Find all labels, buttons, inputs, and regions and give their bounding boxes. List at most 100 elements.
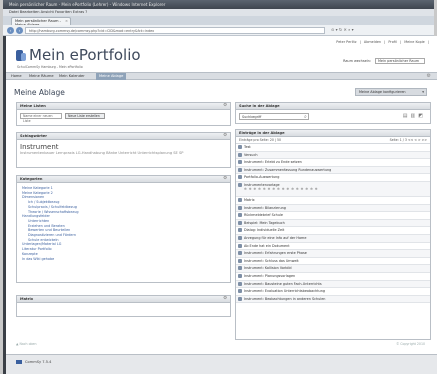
list-item[interactable]: Instrument: Beobachtungen in anderen Sch… [236,295,430,304]
entry-tags: ⊕ ⊕ ⊕ ⊕ ⊕ ⊕ ⊕ ⊕ ⊕ ⊕ ⊕ ⊕ ⊕ ⊕ ⊕ ⊕ [244,186,319,191]
user-name[interactable]: Peter Perlitz [336,40,356,44]
commsy-icon [16,360,22,364]
gear-icon[interactable]: ⚙ [223,296,227,301]
app-subline: SchulCommSy Hamburg - Mein ePortfolio [17,65,83,69]
document-icon [238,175,242,180]
document-icon [238,205,242,210]
search-input[interactable]: Suchbegriff ⌕ [239,113,309,120]
list-item[interactable]: Anregung für eine Info auf der Home [236,234,430,243]
list-item[interactable]: Instrument: Kollision Vorbild [236,265,430,273]
entry-title[interactable]: Matrix [244,198,255,202]
document-icon [238,251,242,256]
my-copy-link[interactable]: Meine Kopie [404,40,425,44]
export-icon: ◩ [418,113,426,119]
logout-link[interactable]: Abmelden [364,40,381,44]
room-select[interactable]: Mein persönlicher Raum [375,58,425,64]
nav-settings-icon[interactable]: ⚙ [427,73,431,79]
gear-icon[interactable]: ⚙ [223,103,227,108]
entry-title[interactable]: Instrument: Evaluation Unterrichtsbeobac… [244,289,325,293]
document-icon [238,152,242,157]
forward-icon[interactable]: › [16,27,23,34]
document-icon [238,273,242,278]
app-logo[interactable]: Mein ePortfolio [16,46,141,64]
profile-link[interactable]: Profil [388,40,396,44]
close-tab-icon[interactable]: × [65,19,68,23]
document-icon [238,228,242,233]
entry-title[interactable]: Anregung für eine Info auf der Home [244,236,306,240]
list-item[interactable]: Instrument: Planungsvorlagen [236,273,430,281]
document-icon [238,197,242,202]
view-icons[interactable]: ▤▥◩ [403,113,426,119]
entry-title[interactable]: Portfolio-Auswertung [244,175,279,179]
list-item[interactable]: Instrument: Bausteine guten Fach-Unterri… [236,280,430,289]
category-tree: Meine Kategorie 1 Meine Kategorie 2 Dimens… [17,183,230,264]
page-navigation[interactable]: Seite: 1 / 3 << < > >> [390,138,427,142]
list-item[interactable]: Versuch [236,151,430,160]
room-switch-label: Raum wechseln: [343,59,371,63]
category-item[interactable]: In das Wiki gehobe [20,257,227,262]
browser-tab[interactable]: Mein persönlicher Raum - Meine Ablage × [11,17,71,27]
list-item[interactable]: Instrument: Evaluation Unterrichtsbeobac… [236,288,430,296]
search-icon[interactable]: ⌕ [304,114,307,120]
menu-bar[interactable]: Datei Bearbeiten Ansicht Favoriten Extra… [3,9,434,16]
search-panel: Suche in der Ablage Suchbegriff ⌕ ▤▥◩ [235,102,431,124]
gear-icon[interactable]: ⚙ [223,176,227,181]
document-icon [238,182,242,187]
nav-my-storage[interactable]: Meine Ablage [96,73,127,80]
entry-title[interactable]: Rückmeldebrief Schule [244,213,283,217]
address-bar: ‹ › http://hamburg.commsy.de/commsy.php?… [3,25,434,36]
matrix-panel: Matrix ⚙ [16,295,231,317]
list-item[interactable]: Matrix [236,197,430,205]
nav-calendar[interactable]: Mein Kalender [56,73,88,80]
entry-title[interactable]: Instrument: Erlebt zu Ende setzen [244,160,302,164]
list-item[interactable]: Instrument: Zusammenfassung Rundenauswer… [236,166,430,175]
list-item[interactable]: Instrument: Bilanzierung [236,204,430,213]
entry-title[interactable]: Instrument: Bausteine guten Fach-Unterri… [244,282,322,286]
pager: Einträge pro Seite: 20 | 50 Seite: 1 / 3… [236,137,430,144]
document-icon [238,145,242,149]
list-item[interactable]: Beispiel: Mein Tagebuch [236,219,430,228]
list-item[interactable]: Rückmeldebrief Schule [236,212,430,220]
list-item[interactable]: Ab Ende hat ein Dokument [236,243,430,251]
nav-my-rooms[interactable]: Meine Räume [26,73,57,80]
nav-home[interactable]: Home [8,73,25,80]
entries-per-page[interactable]: Einträge pro Seite: 20 | 50 [239,138,281,142]
page-title: Meine Ablage [14,88,65,97]
list-item[interactable]: Portfolio-Auswertung [236,174,430,182]
list-item[interactable]: Instrument: Erfahrungen erste Phase [236,250,430,258]
create-list-button[interactable]: Neue Liste erstellen [65,113,105,119]
list-view-icon: ▤ [402,113,411,119]
list-item[interactable]: Test [236,144,430,152]
entry-title[interactable]: Dialog: Individuelle Zeit [244,228,284,232]
entry-title[interactable]: Ab Ende hat ein Dokument [244,244,290,248]
document-icon [238,243,242,248]
entry-title[interactable]: Instrument: Zusammenfassung Rundenauswer… [244,168,331,172]
entry-title[interactable]: Instrument: Beobachtungen in anderen Sch… [244,297,325,301]
entry-title[interactable]: Instrument: Bilanzierung [244,206,286,210]
tag-cloud[interactable]: Instrumentenbauer Lernpraxis LG-Handhabu… [20,151,227,156]
entry-title[interactable]: Beispiel: Mein Tagebuch [244,221,285,225]
list-item[interactable]: Instrument: Schluss das Umweit [236,258,430,266]
entry-title[interactable]: Instrument: Kollision Vorbild [244,266,292,270]
tab-bar: Mein persönlicher Raum - Meine Ablage × [3,16,434,27]
tag-cloud-main[interactable]: Instrument [20,143,227,151]
document-icon [238,160,242,165]
document-icon [238,266,242,271]
browser-window: Mein persönlicher Raum - Mein ePortfolio… [3,0,437,374]
document-icon [238,281,242,286]
entry-title[interactable]: Instrument: Schluss das Umweit [244,259,299,263]
entry-title[interactable]: Instrument: Planungsvorlagen [244,274,295,278]
url-field[interactable]: http://hamburg.commsy.de/commsy.php?cid=… [25,27,325,34]
back-icon[interactable]: ‹ [7,27,14,34]
list-item[interactable]: Dialog: Individuelle Zeit [236,227,430,235]
list-item[interactable]: Instrument: Erlebt zu Ende setzen [236,159,430,167]
gear-icon[interactable]: ⚙ [223,133,227,138]
back-to-top-link[interactable]: ▲ Nach oben [16,342,37,346]
entry-title[interactable]: Instrument: Erfahrungen erste Phase [244,251,307,255]
entry-title[interactable]: Versuch [244,153,257,157]
entry-title[interactable]: Test [244,145,251,149]
list-item[interactable]: Instrumentenvorlage ⊕ ⊕ ⊕ ⊕ ⊕ ⊕ ⊕ ⊕ ⊕ ⊕ ⊕… [236,181,430,197]
configure-storage-button[interactable]: Meine Ablage konfigurieren ▾ [355,88,427,96]
new-list-input[interactable]: Name einer neuen Liste [20,113,62,123]
address-tools[interactable]: ⊙ ▾ ↻ ✕ ⌕ ▾ [331,27,354,32]
